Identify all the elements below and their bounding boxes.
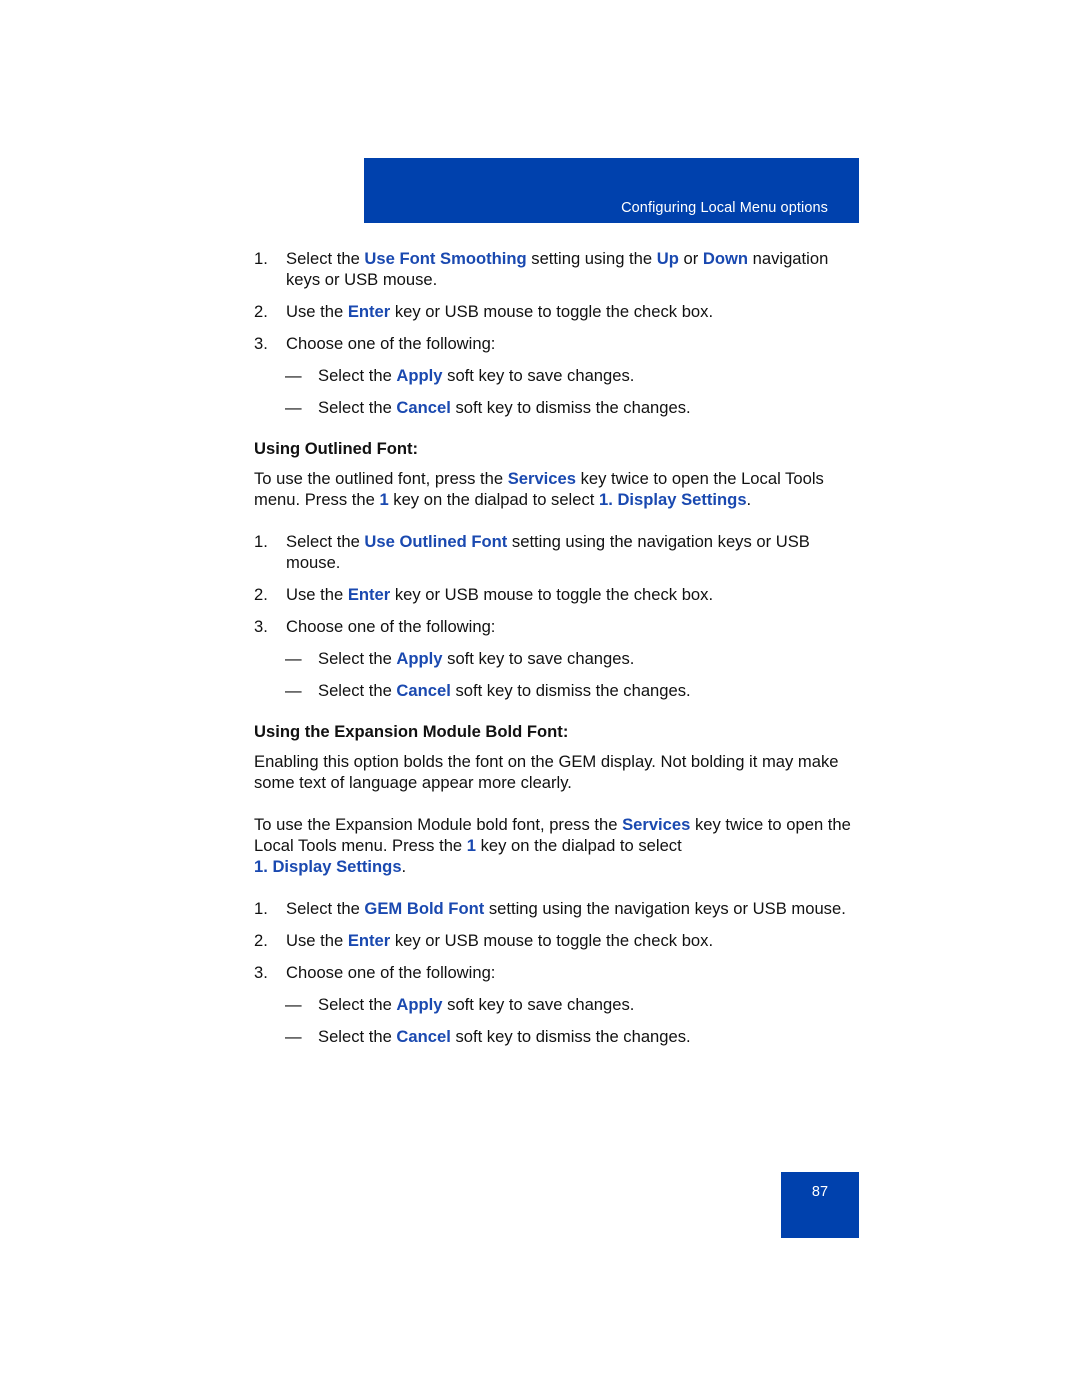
step-text: Choose one of the following: bbox=[286, 617, 496, 636]
keyword: Cancel bbox=[396, 398, 451, 417]
option-text: Select the bbox=[318, 649, 397, 668]
step-text: Use the bbox=[286, 302, 348, 321]
step-item: 1. Select the Use Outlined Font setting … bbox=[254, 531, 854, 573]
option-text: soft key to dismiss the changes. bbox=[450, 398, 691, 417]
option-text: soft key to save changes. bbox=[442, 649, 635, 668]
option-text: soft key to dismiss the changes. bbox=[450, 681, 691, 700]
sub-option: — Select the Apply soft key to save chan… bbox=[254, 365, 854, 386]
dash-bullet: — bbox=[285, 398, 302, 417]
keyword: Use Outlined Font bbox=[364, 532, 508, 551]
description-paragraph: Enabling this option bolds the font on t… bbox=[254, 752, 839, 792]
option-text: Select the bbox=[318, 995, 397, 1014]
dash-bullet: — bbox=[285, 1027, 302, 1046]
keyword: Apply bbox=[396, 366, 443, 385]
sub-option: — Select the Cancel soft key to dismiss … bbox=[254, 397, 854, 418]
sub-option: — Select the Apply soft key to save chan… bbox=[254, 648, 854, 669]
step-item: 1. Select the Use Font Smoothing setting… bbox=[254, 248, 854, 290]
step-number: 2. bbox=[254, 931, 268, 950]
option-text: Select the bbox=[318, 398, 397, 417]
step-number: 3. bbox=[254, 334, 268, 353]
option-text: Select the bbox=[318, 681, 397, 700]
step-text: Select the bbox=[286, 249, 365, 268]
step-text: key or USB mouse to toggle the check box… bbox=[390, 931, 714, 950]
step-text: Choose one of the following: bbox=[286, 334, 496, 353]
dash-bullet: — bbox=[285, 366, 302, 385]
step-text: or bbox=[678, 249, 703, 268]
step-text: Select the bbox=[286, 532, 365, 551]
step-item: 3. Choose one of the following: bbox=[254, 333, 854, 354]
option-text: soft key to save changes. bbox=[442, 995, 635, 1014]
header-bar: Configuring Local Menu options bbox=[364, 158, 859, 223]
keyword: Up bbox=[656, 249, 679, 268]
dash-bullet: — bbox=[285, 649, 302, 668]
page-number: 87 bbox=[811, 1184, 829, 1200]
option-text: soft key to save changes. bbox=[442, 366, 635, 385]
section-heading: Using Outlined Font: bbox=[254, 439, 419, 458]
step-text: setting using the bbox=[526, 249, 657, 268]
keyword: Enter bbox=[347, 302, 391, 321]
step-number: 1. bbox=[254, 899, 268, 918]
step-text: key or USB mouse to toggle the check box… bbox=[390, 585, 714, 604]
keyword: 1. Display Settings bbox=[254, 857, 402, 876]
keyword: Services bbox=[622, 815, 691, 834]
sub-option: — Select the Cancel soft key to dismiss … bbox=[254, 1026, 854, 1047]
keyword: 1 bbox=[466, 836, 476, 855]
step-text: setting using the navigation keys or USB… bbox=[484, 899, 846, 918]
intro-paragraph: To use the outlined font, press the Serv… bbox=[254, 468, 854, 510]
step-item: 2. Use the Enter key or USB mouse to tog… bbox=[254, 301, 854, 322]
para-text: key on the dialpad to select bbox=[476, 836, 682, 855]
step-number: 3. bbox=[254, 963, 268, 982]
step-text: Use the bbox=[286, 585, 348, 604]
step-text: key or USB mouse to toggle the check box… bbox=[390, 302, 714, 321]
step-item: 2. Use the Enter key or USB mouse to tog… bbox=[254, 584, 854, 605]
keyword: GEM Bold Font bbox=[364, 899, 485, 918]
keyword: Services bbox=[507, 469, 576, 488]
page-number-box: 87 bbox=[781, 1172, 859, 1238]
keyword: 1. Display Settings bbox=[599, 490, 747, 509]
step-number: 1. bbox=[254, 532, 268, 551]
keyword: Enter bbox=[347, 585, 391, 604]
page-content: 1. Select the Use Font Smoothing setting… bbox=[254, 248, 854, 1058]
keyword: 1 bbox=[379, 490, 389, 509]
keyword: Down bbox=[702, 249, 749, 268]
step-text: Select the bbox=[286, 899, 365, 918]
step-text: Choose one of the following: bbox=[286, 963, 496, 982]
step-number: 1. bbox=[254, 249, 268, 268]
para-text: key on the dialpad to select bbox=[388, 490, 599, 509]
step-number: 2. bbox=[254, 302, 268, 321]
keyword: Enter bbox=[347, 931, 391, 950]
dash-bullet: — bbox=[285, 995, 302, 1014]
step-item: 2. Use the Enter key or USB mouse to tog… bbox=[254, 930, 854, 951]
sub-option: — Select the Apply soft key to save chan… bbox=[254, 994, 854, 1015]
step-item: 3. Choose one of the following: bbox=[254, 962, 854, 983]
chapter-title: Configuring Local Menu options bbox=[621, 200, 828, 216]
keyword: Apply bbox=[396, 649, 443, 668]
keyword: Apply bbox=[396, 995, 443, 1014]
step-number: 2. bbox=[254, 585, 268, 604]
option-text: Select the bbox=[318, 366, 397, 385]
section-heading: Using the Expansion Module Bold Font: bbox=[254, 722, 569, 741]
step-number: 3. bbox=[254, 617, 268, 636]
option-text: soft key to dismiss the changes. bbox=[450, 1027, 691, 1046]
step-text: Use the bbox=[286, 931, 348, 950]
keyword: Use Font Smoothing bbox=[364, 249, 527, 268]
sub-option: — Select the Cancel soft key to dismiss … bbox=[254, 680, 854, 701]
step-item: 1. Select the GEM Bold Font setting usin… bbox=[254, 898, 854, 919]
intro-paragraph: To use the Expansion Module bold font, p… bbox=[254, 814, 854, 877]
dash-bullet: — bbox=[285, 681, 302, 700]
para-text: To use the outlined font, press the bbox=[254, 469, 508, 488]
option-text: Select the bbox=[318, 1027, 397, 1046]
step-item: 3. Choose one of the following: bbox=[254, 616, 854, 637]
keyword: Cancel bbox=[396, 681, 451, 700]
para-text: . bbox=[746, 490, 752, 509]
para-text: . bbox=[401, 857, 407, 876]
para-text: To use the Expansion Module bold font, p… bbox=[254, 815, 623, 834]
keyword: Cancel bbox=[396, 1027, 451, 1046]
